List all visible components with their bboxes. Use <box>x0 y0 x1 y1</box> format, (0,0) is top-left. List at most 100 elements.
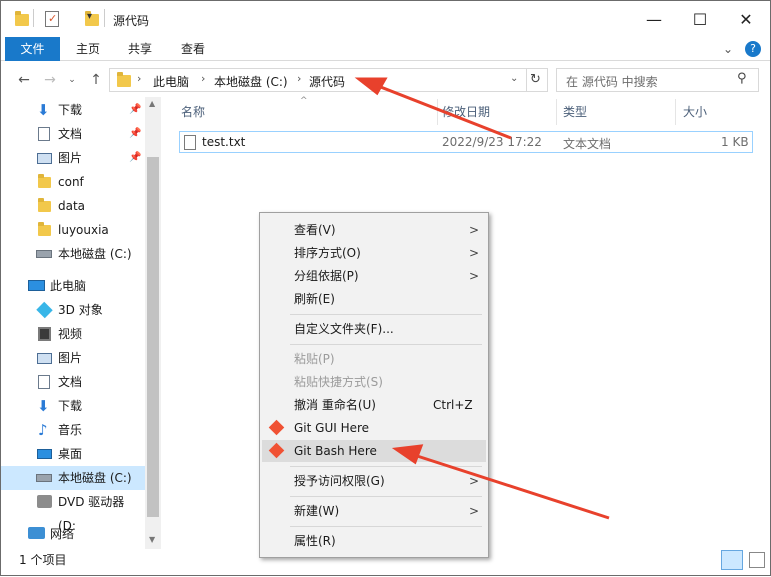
folder-icon <box>38 222 51 236</box>
nav-item-network[interactable]: 网络 <box>1 522 145 546</box>
nav-item-label: 文档 <box>58 375 83 389</box>
nav-item-drive-c-pc[interactable]: 本地磁盘 (C:) <box>1 466 145 490</box>
menu-item-label: 自定义文件夹(F)... <box>294 322 394 336</box>
nav-item-downloads[interactable]: ⬇ 下载 📌 <box>1 98 145 122</box>
breadcrumb-source-code[interactable]: 源代码 <box>309 73 345 90</box>
tab-view[interactable]: 查看 <box>167 37 219 61</box>
ribbon-expand-icon[interactable]: ⌄ <box>719 37 737 61</box>
nav-item-data[interactable]: data <box>1 194 145 218</box>
menu-item-undo-rename[interactable]: 撤消 重命名(U) Ctrl+Z <box>262 394 486 416</box>
tab-home[interactable]: 主页 <box>63 37 113 61</box>
refresh-icon[interactable]: ↻ <box>524 68 548 92</box>
chevron-right-icon[interactable]: › <box>137 72 141 85</box>
up-arrow-icon[interactable]: ↑ <box>87 71 105 89</box>
window-title: 源代码 <box>113 14 150 28</box>
close-button[interactable]: ✕ <box>723 1 769 37</box>
nav-item-label: conf <box>58 175 84 189</box>
customize-toolbar-icon[interactable]: ▾ <box>87 11 92 22</box>
column-divider[interactable] <box>675 99 676 125</box>
column-divider[interactable] <box>556 99 557 125</box>
nav-item-label: 下载 <box>58 399 83 413</box>
pin-icon: 📌 <box>129 152 142 163</box>
folder-icon <box>38 198 51 212</box>
nav-item-desktop[interactable]: 桌面 <box>1 442 145 466</box>
menu-item-group[interactable]: 分组依据(P) > <box>262 265 486 287</box>
nav-item-luyouxia[interactable]: luyouxia <box>1 218 145 242</box>
menu-item-view[interactable]: 查看(V) > <box>262 219 486 241</box>
nav-item-label: 网络 <box>50 527 75 541</box>
picture-icon <box>37 153 52 164</box>
tab-share[interactable]: 共享 <box>115 37 165 61</box>
item-count: 1 个项目 <box>19 553 67 567</box>
menu-item-paste-shortcut[interactable]: 粘贴快捷方式(S) <box>262 371 486 393</box>
nav-item-dvd-drive[interactable]: DVD 驱动器 (D: <box>1 490 145 533</box>
details-view-icon[interactable] <box>721 550 743 570</box>
menu-item-sort[interactable]: 排序方式(O) > <box>262 242 486 264</box>
large-icons-view-icon[interactable] <box>749 552 765 568</box>
properties-check-icon[interactable]: ✓ <box>45 11 59 27</box>
nav-pane-scrollbar[interactable]: ▲ ▼ <box>145 97 161 549</box>
nav-item-pictures[interactable]: 图片 📌 <box>1 146 145 170</box>
breadcrumb-drive-c[interactable]: 本地磁盘 (C:) <box>214 73 288 90</box>
minimize-button[interactable]: — <box>631 1 677 37</box>
menu-item-customize-folder[interactable]: 自定义文件夹(F)... <box>262 318 486 340</box>
nav-item-label: 桌面 <box>58 447 83 461</box>
nav-item-music[interactable]: ♪ 音乐 <box>1 418 145 442</box>
nav-item-drive-c[interactable]: 本地磁盘 (C:) <box>1 242 145 266</box>
nav-item-3d-objects[interactable]: 3D 对象 <box>1 298 145 322</box>
context-menu: 查看(V) > 排序方式(O) > 分组依据(P) > 刷新(E) 自定义文件夹… <box>259 212 489 558</box>
breadcrumb-this-pc[interactable]: 此电脑 <box>153 73 189 90</box>
divider <box>33 9 34 27</box>
file-date: 2022/9/23 17:22 <box>442 135 542 149</box>
tab-file[interactable]: 文件 <box>5 37 60 61</box>
address-dropdown-icon[interactable]: ⌄ <box>510 73 518 84</box>
menu-item-label: 排序方式(O) <box>294 246 361 260</box>
menu-item-new[interactable]: 新建(W) > <box>262 500 486 522</box>
nav-item-downloads-pc[interactable]: ⬇ 下载 <box>1 394 145 418</box>
file-row[interactable]: test.txt 2022/9/23 17:22 文本文档 1 KB <box>179 131 753 153</box>
scroll-down-icon[interactable]: ▼ <box>149 535 155 544</box>
menu-item-refresh[interactable]: 刷新(E) <box>262 288 486 310</box>
nav-item-label: 图片 <box>58 151 83 165</box>
menu-separator <box>290 314 482 315</box>
nav-item-pictures-pc[interactable]: 图片 <box>1 346 145 370</box>
scrollbar-thumb[interactable] <box>147 157 159 517</box>
nav-item-label: 3D 对象 <box>58 303 103 317</box>
menu-item-label: 分组依据(P) <box>294 269 359 283</box>
nav-item-conf[interactable]: conf <box>1 170 145 194</box>
menu-item-properties[interactable]: 属性(R) <box>262 530 486 552</box>
document-icon <box>38 375 50 389</box>
nav-item-documents-pc[interactable]: 文档 <box>1 370 145 394</box>
nav-item-this-pc[interactable]: 此电脑 <box>1 274 145 298</box>
column-divider[interactable] <box>437 99 438 125</box>
nav-item-label: 本地磁盘 (C:) <box>58 247 132 261</box>
help-button[interactable]: ? <box>745 41 761 57</box>
nav-item-videos[interactable]: 视频 <box>1 322 145 346</box>
file-name: test.txt <box>202 135 246 149</box>
column-header-type[interactable]: 类型 <box>563 101 587 123</box>
maximize-button[interactable]: ☐ <box>677 1 723 37</box>
column-header-name[interactable]: 名称 <box>181 101 205 123</box>
chevron-right-icon[interactable]: › <box>201 72 205 85</box>
menu-item-git-bash[interactable]: Git Bash Here <box>262 440 486 462</box>
column-header-date[interactable]: 修改日期 <box>442 101 490 123</box>
search-icon[interactable]: ⚲ <box>737 71 747 86</box>
scroll-up-icon[interactable]: ▲ <box>149 99 155 108</box>
nav-item-label: 音乐 <box>58 423 83 437</box>
menu-item-grant-access[interactable]: 授予访问权限(G) > <box>262 470 486 492</box>
back-arrow-icon[interactable]: ← <box>15 71 33 89</box>
address-bar[interactable]: › 此电脑 › 本地磁盘 (C:) › 源代码 ⌄ <box>109 68 527 92</box>
menu-item-paste[interactable]: 粘贴(P) <box>262 348 486 370</box>
nav-item-label: luyouxia <box>58 223 109 237</box>
forward-arrow-icon[interactable]: → <box>41 71 59 89</box>
chevron-right-icon[interactable]: › <box>297 72 301 85</box>
recent-locations-icon[interactable]: ⌄ <box>63 71 81 89</box>
nav-item-documents[interactable]: 文档 📌 <box>1 122 145 146</box>
menu-separator <box>290 526 482 527</box>
folder-icon <box>15 11 29 26</box>
column-header-size[interactable]: 大小 <box>683 101 707 123</box>
git-icon <box>268 419 285 436</box>
search-box[interactable]: 在 源代码 中搜索 ⚲ <box>556 68 759 92</box>
menu-item-git-gui[interactable]: Git GUI Here <box>262 417 486 439</box>
explorer-window: ✓ ▾ 源代码 — ☐ ✕ 文件 主页 共享 查看 ⌄ ? ← → ⌄ ↑ › … <box>0 0 771 576</box>
